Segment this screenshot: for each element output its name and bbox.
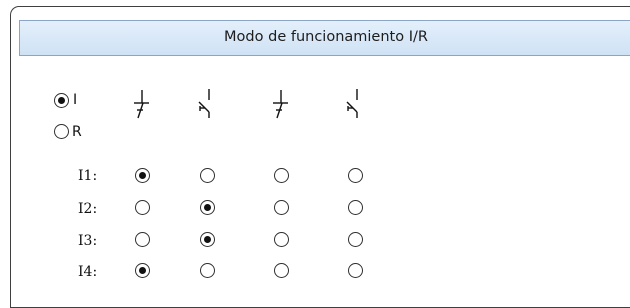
grid-radio-i3-col3[interactable] — [274, 232, 289, 247]
grid-radio-i4-col4[interactable] — [348, 263, 363, 278]
row-label-i3: I3: — [78, 233, 98, 249]
grid-radio-i1-col1[interactable] — [135, 168, 150, 183]
contact-closed-icon — [273, 90, 288, 119]
grid-radio-i2-col2[interactable] — [200, 200, 215, 215]
contact-open-icon — [346, 89, 358, 118]
grid-radio-i4-col2[interactable] — [200, 263, 215, 278]
grid-radio-i2-col4[interactable] — [348, 200, 363, 215]
contact-closed-icon — [134, 90, 149, 119]
grid-radio-i2-col3[interactable] — [274, 200, 289, 215]
mode-label-i: I — [73, 92, 78, 108]
grid-radio-i1-col2[interactable] — [200, 168, 215, 183]
io-mode-panel: Modo de funcionamiento I/R — [10, 6, 630, 308]
grid-radio-i2-col1[interactable] — [135, 200, 150, 215]
grid-radio-i1-col4[interactable] — [348, 168, 363, 183]
contact-open-icon — [198, 89, 210, 118]
grid-radio-i3-col4[interactable] — [348, 232, 363, 247]
row-label-i4: I4: — [78, 264, 98, 280]
mode-radio-r[interactable] — [54, 124, 69, 139]
row-label-i1: I1: — [78, 168, 98, 184]
grid-radio-i1-col3[interactable] — [274, 168, 289, 183]
grid-radio-i4-col3[interactable] — [274, 263, 289, 278]
mode-radio-i[interactable] — [54, 93, 69, 108]
mode-label-r: R — [72, 124, 82, 140]
panel-title: Modo de funcionamiento I/R — [224, 29, 428, 45]
grid-radio-i3-col2[interactable] — [200, 232, 215, 247]
grid-radio-i4-col1[interactable] — [135, 263, 150, 278]
row-label-i2: I2: — [78, 201, 98, 217]
grid-radio-i3-col1[interactable] — [135, 232, 150, 247]
panel-header: Modo de funcionamiento I/R — [19, 20, 630, 56]
